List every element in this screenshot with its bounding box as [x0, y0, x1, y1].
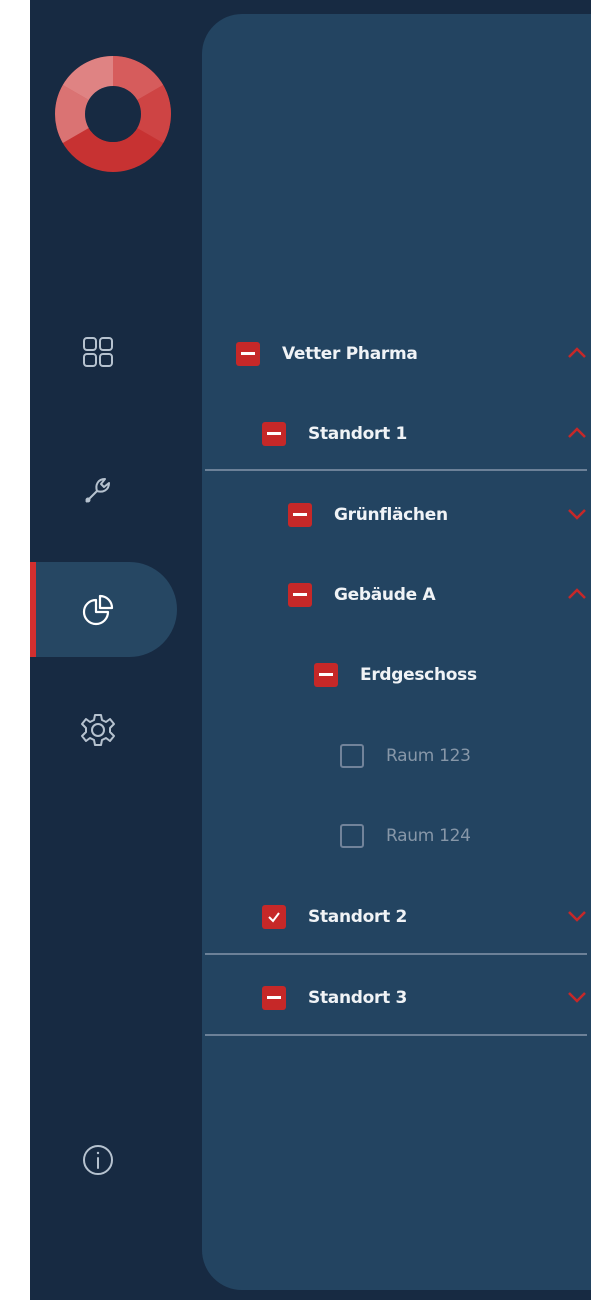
- app-shell: [30, 0, 591, 1300]
- nav-tools[interactable]: [76, 468, 120, 512]
- partial-checkbox[interactable]: [288, 583, 312, 607]
- tree-item-label: Standort 3: [308, 988, 408, 1008]
- chevron-down-icon[interactable]: [567, 989, 587, 1005]
- chevron-down-icon[interactable]: [567, 506, 587, 522]
- tree-item-label: Raum 124: [386, 826, 471, 846]
- tree-item-label: Erdgeschoss: [360, 665, 477, 685]
- nav-info[interactable]: [76, 1138, 120, 1182]
- tree-item-raum-123[interactable]: Raum 123: [340, 736, 471, 776]
- chevron-up-icon[interactable]: [567, 425, 587, 441]
- info-icon: [83, 1145, 113, 1175]
- unchecked-checkbox[interactable]: [340, 824, 364, 848]
- partial-checkbox[interactable]: [288, 503, 312, 527]
- tree-item-label: Raum 123: [386, 746, 471, 766]
- nav-analytics[interactable]: [76, 588, 120, 632]
- tree-item-erdgeschoss[interactable]: Erdgeschoss: [314, 655, 477, 695]
- chevron-up-icon[interactable]: [567, 345, 587, 361]
- pie-chart-icon: [82, 594, 114, 626]
- partial-checkbox[interactable]: [262, 986, 286, 1010]
- tree-item-gruenflaechen[interactable]: Grünflächen: [288, 495, 448, 535]
- grid-icon: [83, 337, 113, 367]
- nav-active-indicator: [30, 562, 36, 657]
- divider: [205, 469, 587, 471]
- tree-item-vetter-pharma[interactable]: Vetter Pharma: [236, 334, 418, 374]
- divider: [205, 953, 587, 955]
- chevron-up-icon[interactable]: [567, 586, 587, 602]
- wrench-icon: [85, 478, 110, 503]
- gear-icon: [81, 714, 115, 746]
- tree-item-label: Vetter Pharma: [282, 344, 418, 364]
- partial-checkbox[interactable]: [236, 342, 260, 366]
- tree-item-gebaeude-a[interactable]: Gebäude A: [288, 575, 436, 615]
- unchecked-checkbox[interactable]: [340, 744, 364, 768]
- nav-settings[interactable]: [76, 708, 120, 752]
- nav-dashboard[interactable]: [76, 330, 120, 374]
- tree-panel: [202, 14, 591, 1290]
- tree-item-label: Standort 1: [308, 424, 408, 444]
- tree-item-label: Grünflächen: [334, 505, 448, 525]
- tree-item-label: Gebäude A: [334, 585, 436, 605]
- tree-item-raum-124[interactable]: Raum 124: [340, 816, 471, 856]
- divider: [205, 1034, 587, 1036]
- partial-checkbox[interactable]: [314, 663, 338, 687]
- partial-checkbox[interactable]: [262, 422, 286, 446]
- logo: [55, 56, 171, 172]
- tree-item-standort-1[interactable]: Standort 1: [262, 414, 407, 454]
- chevron-down-icon[interactable]: [567, 908, 587, 924]
- tree-item-label: Standort 2: [308, 907, 408, 927]
- tree-item-standort-3[interactable]: Standort 3: [262, 978, 407, 1018]
- checked-checkbox[interactable]: [262, 905, 286, 929]
- tree-item-standort-2[interactable]: Standort 2: [262, 897, 407, 937]
